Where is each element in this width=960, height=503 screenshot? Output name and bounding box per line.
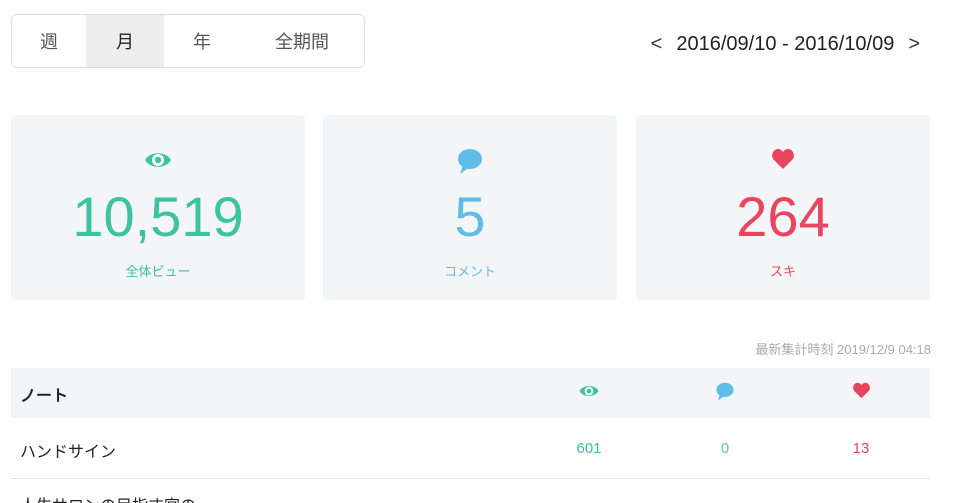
likes-count: 264 — [736, 185, 830, 248]
comments-label: コメント — [443, 265, 496, 280]
prev-period-button[interactable]: < — [651, 33, 663, 56]
date-range: < 2016/09/10 - 2016/10/09 > — [651, 30, 920, 58]
note-title[interactable]: 人生サロンの目指す宮の — [20, 492, 196, 503]
heart-icon — [636, 148, 930, 178]
period-tabs: 週 月 年 全期間 — [11, 14, 365, 68]
last-updated-text: 最新集計時刻 2019/12/9 04:18 — [755, 342, 931, 357]
table-header: ノート — [11, 368, 930, 418]
tab-week[interactable]: 週 — [12, 15, 86, 67]
likes-card: 264 スキ — [636, 115, 930, 300]
heart-icon — [831, 382, 891, 404]
table-row[interactable]: 人生サロンの目指す宮の — [11, 478, 930, 503]
comments-count: 5 — [454, 185, 486, 248]
views-count: 10,519 — [72, 185, 244, 248]
views-card: 10,519 全体ビュー — [11, 115, 305, 300]
row-views: 601 — [576, 440, 602, 457]
likes-label: スキ — [769, 265, 796, 280]
eye-icon — [559, 382, 619, 404]
comment-icon — [695, 382, 755, 404]
date-range-text: 2016/09/10 - 2016/10/09 — [676, 32, 895, 55]
eye-icon — [11, 148, 305, 178]
tab-year[interactable]: 年 — [164, 15, 240, 67]
comment-icon — [323, 148, 617, 178]
row-likes: 13 — [852, 440, 870, 457]
column-header-note: ノート — [20, 386, 69, 405]
table-row[interactable]: ハンドサイン 601 0 13 — [11, 418, 930, 479]
views-label: 全体ビュー — [125, 265, 191, 280]
tab-all-time[interactable]: 全期間 — [240, 15, 364, 67]
comments-card: 5 コメント — [323, 115, 617, 300]
next-period-button[interactable]: > — [908, 33, 920, 56]
note-title[interactable]: ハンドサイン — [20, 438, 116, 462]
row-comments: 0 — [720, 440, 730, 457]
tab-month[interactable]: 月 — [86, 15, 164, 67]
